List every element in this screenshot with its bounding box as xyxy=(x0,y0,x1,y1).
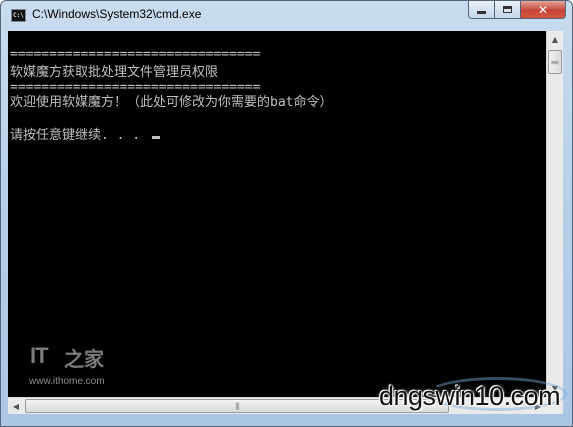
scroll-left-arrow-icon[interactable]: ◀ xyxy=(8,398,24,415)
maximize-icon xyxy=(503,6,512,13)
ithome-logo-cn: 之家 xyxy=(64,347,104,371)
console-line-separator: ================================ xyxy=(10,80,261,95)
title-bar[interactable]: C:\ C:\Windows\System32\cmd.exe ✕ xyxy=(1,1,572,30)
grip-icon: ||| xyxy=(234,402,240,410)
console-line-prompt: 请按任意键继续. . . xyxy=(10,129,160,143)
close-button[interactable]: ✕ xyxy=(521,1,566,19)
scroll-up-arrow-icon[interactable]: ▲ xyxy=(547,31,563,48)
console-line-separator: ================================ xyxy=(10,47,261,62)
text-cursor xyxy=(151,136,160,139)
minimize-icon xyxy=(477,11,486,14)
vertical-scroll-thumb[interactable]: ||| xyxy=(548,50,562,74)
ithome-logo: IT xyxy=(30,343,49,368)
console-prompt-text: 请按任意键继续. . . xyxy=(10,128,148,143)
ithome-url-watermark: www.ithome.com xyxy=(29,376,105,387)
grip-icon: ||| xyxy=(551,59,559,65)
dngswin-watermark: dngswin10.com xyxy=(379,381,561,411)
caption-buttons: ✕ xyxy=(468,1,566,20)
console-line-title: 软媒魔方获取批处理文件管理员权限 xyxy=(10,65,219,80)
maximize-button[interactable] xyxy=(495,1,521,19)
window-title: C:\Windows\System32\cmd.exe xyxy=(32,7,202,21)
console-line-welcome: 欢迎使用软媒魔方！（此处可修改为你需要的bat命令） xyxy=(10,95,333,110)
close-icon: ✕ xyxy=(537,2,549,17)
minimize-button[interactable] xyxy=(468,1,495,19)
vertical-scrollbar[interactable]: ▲ ||| ▼ xyxy=(546,31,563,397)
cmd-icon[interactable]: C:\ xyxy=(11,9,26,22)
